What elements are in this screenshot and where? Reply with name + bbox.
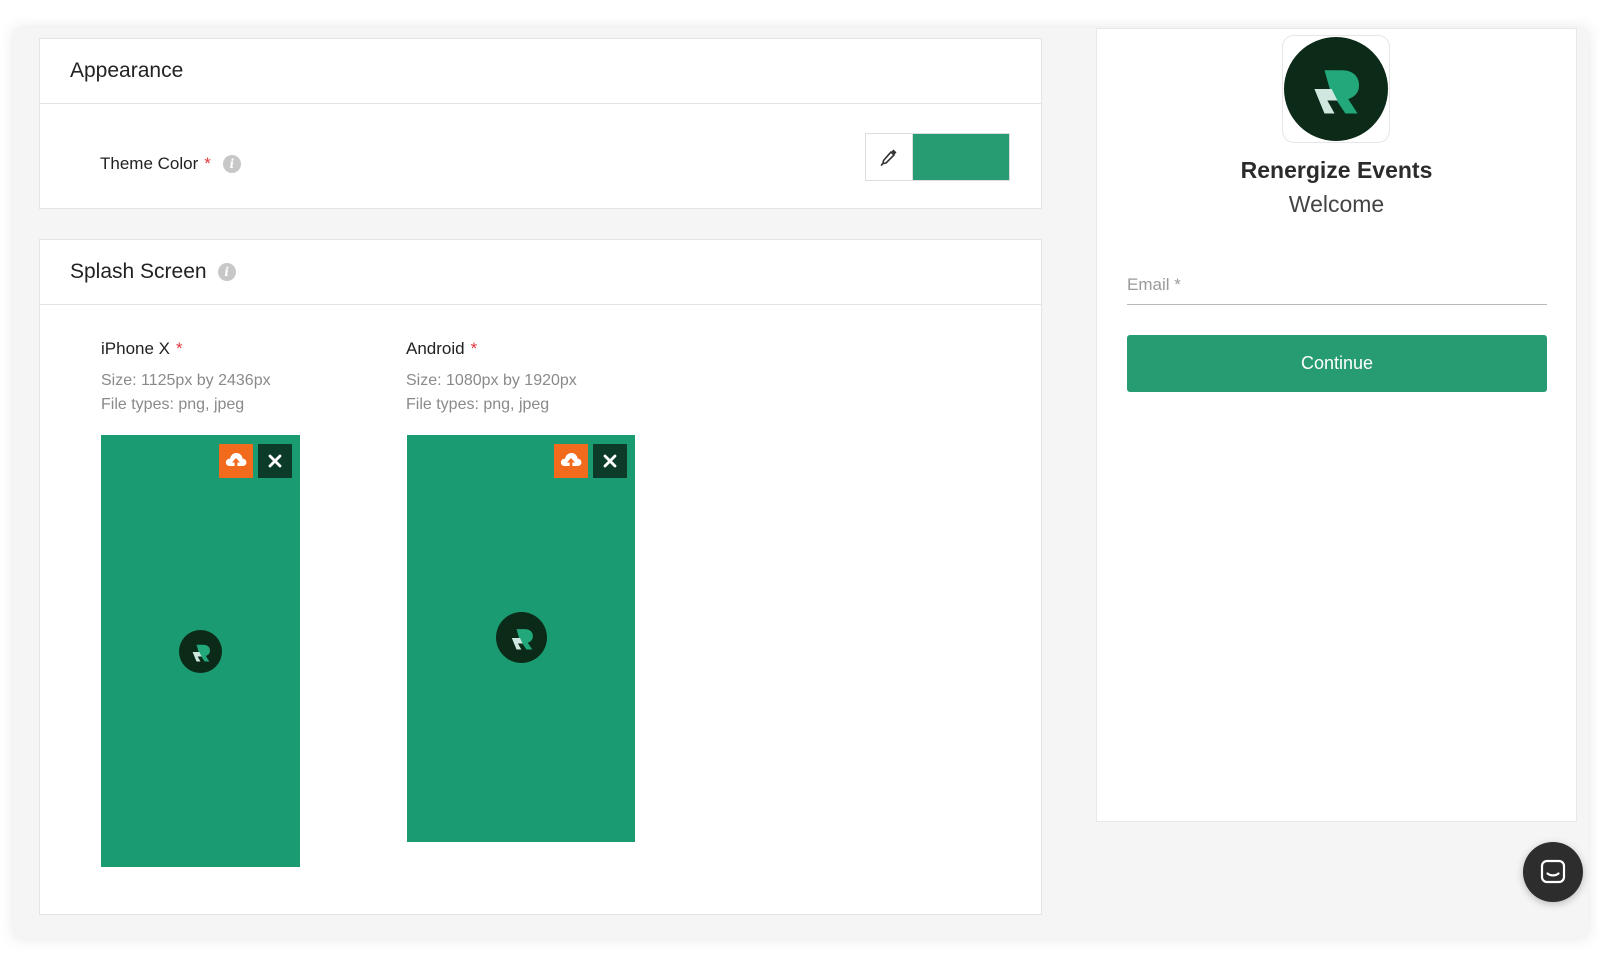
org-name: Renergize Events bbox=[1240, 157, 1433, 183]
continue-button[interactable]: Continue bbox=[1127, 335, 1547, 392]
iphone-file-types: File types: png, jpeg bbox=[101, 396, 245, 413]
iphone-upload-section: iPhone X * Size: 1125px by 2436px File t… bbox=[101, 337, 271, 417]
iphone-splash-preview bbox=[101, 435, 300, 867]
close-icon bbox=[603, 454, 617, 468]
required-mark: * bbox=[176, 339, 183, 358]
cloud-upload-icon bbox=[560, 453, 582, 469]
android-size: Size: 1080px by 1920px bbox=[406, 372, 577, 389]
android-title: Android bbox=[406, 339, 465, 358]
appearance-header: Appearance bbox=[40, 39, 1041, 104]
splash-screen-title: Splash Screen bbox=[70, 260, 207, 283]
continue-label: Continue bbox=[1300, 353, 1374, 373]
splash-logo bbox=[179, 630, 222, 673]
iphone-title: iPhone X bbox=[101, 339, 170, 358]
iphone-size: Size: 1125px by 2436px bbox=[101, 372, 271, 389]
splash-screen-card: Splash Screen i iPhone X * Size: 1125px … bbox=[39, 239, 1042, 915]
required-mark: * bbox=[204, 154, 211, 173]
logo-icon bbox=[192, 644, 210, 662]
theme-color-label: Theme Color bbox=[100, 154, 199, 173]
email-placeholder: Email * bbox=[1127, 274, 1181, 294]
iphone-title-row: iPhone X * bbox=[101, 337, 271, 361]
iphone-upload-button[interactable] bbox=[219, 444, 253, 478]
logo-icon bbox=[511, 628, 533, 650]
logo-icon bbox=[1314, 70, 1360, 114]
welcome-text: Welcome bbox=[1288, 191, 1385, 217]
android-file-types: File types: png, jpeg bbox=[406, 396, 550, 413]
theme-color-picker[interactable] bbox=[865, 133, 1010, 181]
appearance-card: Appearance Theme Color * i bbox=[39, 38, 1042, 209]
cloud-upload-icon bbox=[225, 453, 247, 469]
chat-button[interactable] bbox=[1523, 842, 1583, 902]
eyedropper-button[interactable] bbox=[866, 134, 913, 180]
theme-color-swatch[interactable] bbox=[913, 134, 1009, 180]
splash-screen-header: Splash Screen i bbox=[40, 240, 1041, 305]
required-mark: * bbox=[470, 339, 478, 358]
appearance-title: Appearance bbox=[70, 59, 184, 82]
login-preview-panel: Renergize Events Welcome Email * Continu… bbox=[1096, 28, 1577, 822]
logo-circle bbox=[1284, 37, 1388, 141]
iphone-remove-button[interactable] bbox=[258, 444, 292, 478]
chat-icon bbox=[1540, 859, 1566, 884]
close-icon bbox=[268, 454, 282, 468]
android-remove-button[interactable] bbox=[593, 444, 627, 478]
info-icon[interactable]: i bbox=[222, 155, 241, 173]
android-upload-button[interactable] bbox=[554, 444, 588, 478]
android-upload-section: Android * Size: 1080px by 1920px File ty… bbox=[406, 337, 577, 417]
android-title-row: Android * bbox=[406, 337, 577, 361]
app-logo bbox=[1282, 35, 1390, 143]
theme-color-row: Theme Color * i bbox=[100, 144, 241, 184]
eyedropper-icon bbox=[880, 149, 897, 166]
splash-logo bbox=[496, 612, 547, 663]
android-splash-preview bbox=[407, 435, 635, 842]
email-field[interactable]: Email * bbox=[1127, 265, 1547, 305]
info-icon[interactable]: i bbox=[217, 263, 236, 281]
